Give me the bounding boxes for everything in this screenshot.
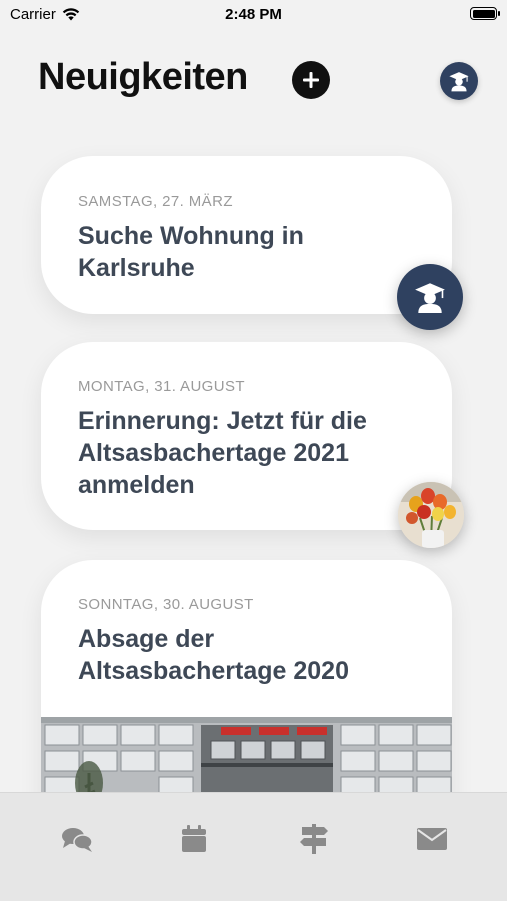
graduate-icon xyxy=(415,283,445,313)
news-title: Suche Wohnung in Karlsruhe xyxy=(78,222,304,282)
tab-news[interactable] xyxy=(59,823,95,855)
tab-calendar[interactable] xyxy=(176,823,212,855)
tab-messages[interactable] xyxy=(414,823,450,855)
status-time: 2:48 PM xyxy=(225,6,282,23)
news-date: MONTAG, 31. AUGUST xyxy=(78,378,245,395)
news-card[interactable]: SAMSTAG, 27. MÄRZ Suche Wohnung in Karls… xyxy=(41,156,452,314)
tab-directions[interactable] xyxy=(296,823,332,855)
plus-icon xyxy=(303,72,319,88)
battery-icon xyxy=(470,7,500,20)
author-avatar[interactable] xyxy=(398,482,464,548)
news-date: SONNTAG, 30. AUGUST xyxy=(78,596,254,613)
author-avatar[interactable] xyxy=(397,264,463,330)
add-news-button[interactable] xyxy=(292,61,330,99)
tab-bar xyxy=(0,792,507,901)
page-title: Neuigkeiten xyxy=(38,56,248,98)
news-card[interactable]: MONTAG, 31. AUGUST Erinnerung: Jetzt für… xyxy=(41,342,452,530)
graduate-icon xyxy=(449,72,469,92)
signpost-icon xyxy=(300,824,328,854)
chat-bubbles-icon xyxy=(62,828,93,852)
news-date: SAMSTAG, 27. MÄRZ xyxy=(78,193,233,210)
tulip-photo xyxy=(398,482,464,548)
news-title: Absage der Altsasbachertage 2020 xyxy=(78,625,349,685)
news-title: Erinnerung: Jetzt für die Altsasbacherta… xyxy=(78,407,367,499)
profile-button[interactable] xyxy=(440,62,478,100)
status-bar: Carrier 2:48 PM xyxy=(0,0,507,30)
mail-icon xyxy=(417,828,447,850)
calendar-icon xyxy=(182,825,206,852)
